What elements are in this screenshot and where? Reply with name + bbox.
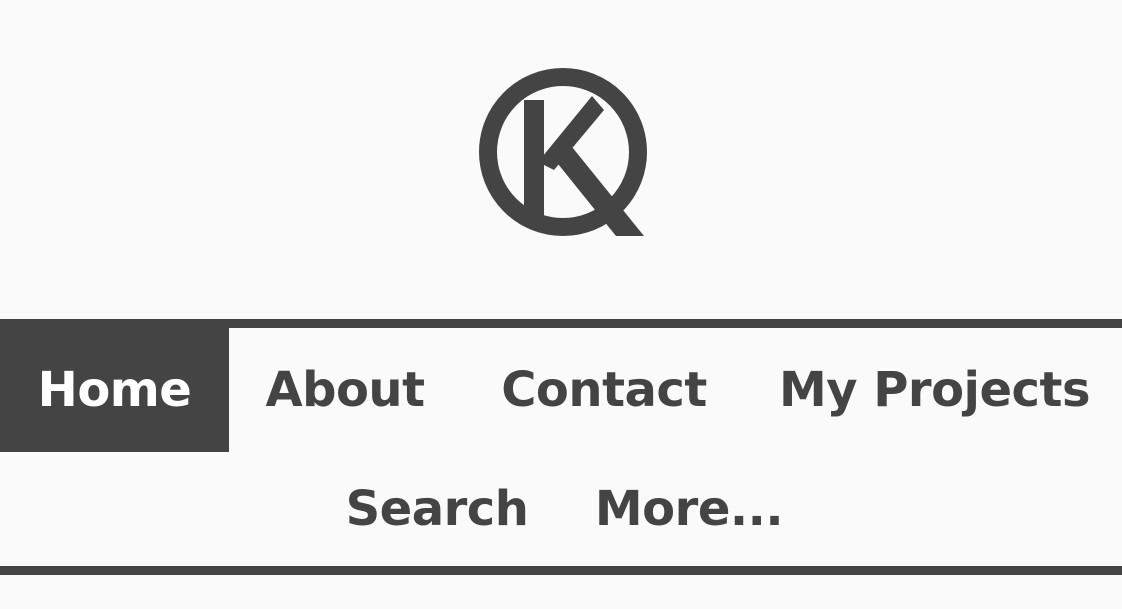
page: Home About Contact My Projects Search Mo… bbox=[0, 0, 1122, 609]
nav-item-about-label: About bbox=[265, 362, 425, 418]
nav-item-my-projects-label: My Projects bbox=[778, 362, 1091, 418]
nav-item-about[interactable]: About bbox=[229, 328, 461, 452]
main-nav: Home About Contact My Projects Search Mo… bbox=[0, 319, 1122, 575]
nav-item-contact-label: Contact bbox=[501, 362, 707, 418]
nav-item-my-projects[interactable]: My Projects bbox=[747, 328, 1122, 452]
nav-item-more-label: More... bbox=[594, 481, 784, 537]
k-circle-logo-icon[interactable] bbox=[478, 66, 648, 238]
nav-item-home[interactable]: Home bbox=[0, 328, 229, 452]
nav-item-search[interactable]: Search bbox=[310, 452, 564, 566]
nav-item-home-label: Home bbox=[37, 362, 192, 418]
nav-item-search-label: Search bbox=[345, 481, 529, 537]
nav-item-contact[interactable]: Contact bbox=[461, 328, 747, 452]
nav-item-more[interactable]: More... bbox=[564, 452, 814, 566]
